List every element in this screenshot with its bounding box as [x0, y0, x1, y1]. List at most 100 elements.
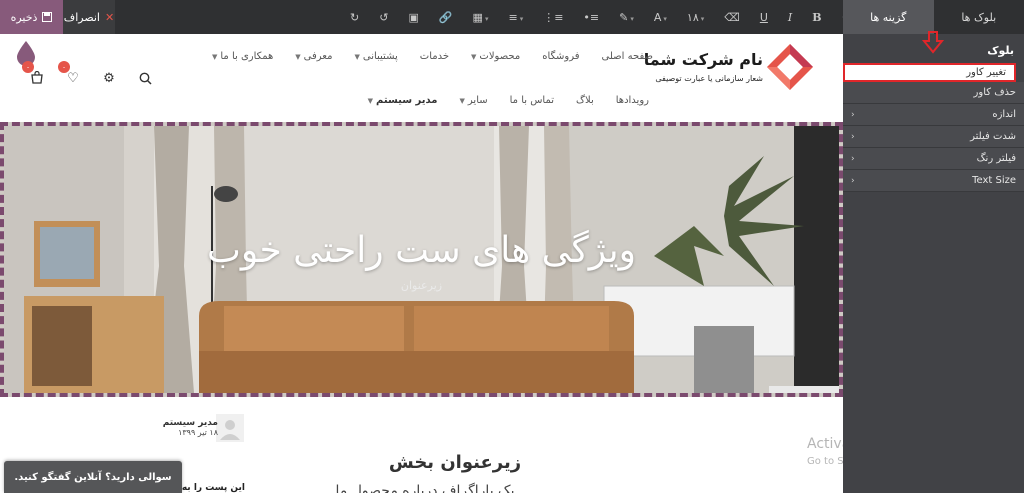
avatar-icon [216, 414, 244, 442]
logo-mark-icon [767, 44, 813, 90]
option-change-cover[interactable]: تغییر کاور [843, 63, 1016, 82]
site-header: نام شرکت شما شعار سازمانی یا عبارت توصیف… [0, 34, 843, 122]
menu-item-other[interactable]: سایر▼ [460, 95, 488, 106]
chevron-left-icon: ‹ [851, 153, 855, 164]
eraser-icon[interactable]: ⌫ [724, 11, 740, 24]
bold-icon[interactable]: B [812, 11, 821, 24]
live-chat-button[interactable]: سوالی دارید؟ آنلاین گفتگو کنید. [4, 461, 182, 493]
cart-count-badge: ۰ [22, 61, 34, 73]
editor-side-panel: بلوک ها گزینه ها بلوک تغییر کاور حذف کاو… [843, 0, 1024, 493]
caret-down-icon: ▼ [471, 53, 477, 61]
cart-button[interactable]: ۰ [22, 61, 46, 87]
option-label: Text Size [972, 175, 1016, 186]
formatting-tools: ↻ ↺ ▣ 🔗 ▦▾ ≡▾ ⋮≡ •≡ ✎▾ A▾ ۱۸▾ ⌫ U I B ✦▾ [340, 0, 866, 34]
menu-item-services[interactable]: خدمات [420, 51, 449, 62]
font-size-dropdown[interactable]: ۱۸ ▾ [687, 11, 704, 24]
save-label: ذخیره [10, 10, 38, 24]
chevron-left-icon: ‹ [851, 175, 855, 186]
floppy-icon [42, 12, 53, 22]
discard-button[interactable]: انصراف ✕ [63, 0, 115, 34]
font-color-icon[interactable]: A ▾ [654, 11, 667, 24]
header-icons: ۰ ♡ ۰ ⚙ [22, 61, 154, 87]
menu-label: تماس با ما [509, 95, 555, 106]
author-name: مدیر سیستم [162, 418, 218, 428]
ordered-list-icon[interactable]: ⋮≡ [543, 11, 563, 24]
caret-down-icon: ▼ [295, 53, 301, 61]
section-text[interactable]: یک پاراگراف درباره محصول ما [310, 481, 540, 493]
option-label: حذف کاور [973, 87, 1016, 98]
tab-label: بلوک ها [961, 10, 997, 24]
heart-icon: ♡ [67, 70, 79, 86]
search-button[interactable] [136, 69, 154, 87]
menu-item-careers[interactable]: همکاری با ما▼ [212, 51, 273, 62]
chevron-left-icon: ‹ [851, 109, 855, 120]
menu-label: صفحه اصلی [601, 51, 653, 62]
font-size-value: ۱۸ [686, 10, 699, 24]
menu-item-products[interactable]: محصولات▼ [471, 51, 520, 62]
italic-icon[interactable]: I [788, 11, 792, 24]
tab-label: گزینه ها [870, 10, 907, 24]
tab-blocks[interactable]: بلوک ها [933, 0, 1024, 34]
menu-label: رویدادها [615, 95, 649, 106]
caret-down-icon: ▼ [459, 97, 465, 105]
section-title[interactable]: زیرعنوان بخش [380, 452, 530, 473]
menu-label: مدیر سیستم [376, 95, 438, 106]
search-icon [139, 72, 152, 85]
menu-item-blog[interactable]: بلاگ [576, 95, 594, 106]
option-label: تغییر کاور [966, 67, 1006, 78]
hero-title[interactable]: ویژگی های ست راحتی خوب [4, 230, 839, 271]
cart-icon [31, 71, 43, 84]
menu-item-contact[interactable]: تماس با ما [510, 95, 554, 106]
menu-item-admin[interactable]: مدیر سیستم▼ [368, 95, 438, 106]
save-button[interactable]: ذخیره [0, 0, 63, 34]
option-filter-intensity[interactable]: شدت فیلتر ‹ [843, 126, 1024, 148]
redo-icon[interactable]: ↻ [350, 11, 359, 24]
settings-button[interactable]: ⚙ [100, 69, 118, 87]
option-color-filter[interactable]: فیلتر رنگ ‹ [843, 148, 1024, 170]
post-date: ۱۸ تیر ۱۳۹۹ [178, 428, 218, 437]
wishlist-button[interactable]: ♡ ۰ [58, 61, 82, 87]
menu-label: همکاری با ما [220, 51, 274, 62]
option-remove-cover[interactable]: حذف کاور [843, 82, 1024, 104]
chat-label: سوالی دارید؟ آنلاین گفتگو کنید. [14, 471, 172, 483]
option-label: فیلتر رنگ [976, 153, 1016, 164]
gear-icon: ⚙ [103, 70, 115, 86]
red-arrow-annotation-icon [922, 31, 944, 54]
menu-label: فروشگاه [542, 51, 580, 62]
menu-item-support[interactable]: پشتیبانی▼ [354, 51, 397, 62]
logo-tagline: شعار سازمانی یا عبارت توصیفی [655, 74, 763, 83]
post-author: مدیر سیستم ۱۸ تیر ۱۳۹۹ [160, 414, 250, 444]
menu-item-events[interactable]: رویدادها [616, 95, 649, 106]
image-icon[interactable]: ▣ [408, 11, 418, 24]
discard-label: انصراف [63, 10, 100, 24]
wishlist-count-badge: ۰ [58, 61, 70, 73]
company-logo[interactable]: نام شرکت شما شعار سازمانی یا عبارت توصیف… [644, 36, 815, 100]
menu-label: پشتیبانی [362, 51, 398, 62]
option-size[interactable]: اندازه ‹ [843, 104, 1024, 126]
hero-cover[interactable]: ویژگی های ست راحتی خوب زیرعنوان [0, 122, 843, 397]
underline-icon[interactable]: U [760, 11, 768, 24]
menu-label: معرفی [303, 51, 333, 62]
unordered-list-icon[interactable]: •≡ [583, 11, 599, 24]
table-icon[interactable]: ▦ ▾ [473, 11, 489, 24]
menu-item-shop[interactable]: فروشگاه [542, 51, 579, 62]
editor-toolbar: ذخیره انصراف ✕ ↻ ↺ ▣ 🔗 ▦ ▾ ≡ ▾ ⋮≡ •≡ ✎ ▾ A ▾… [0, 0, 856, 34]
caret-down-icon: ▼ [354, 53, 360, 61]
paragraph-icon[interactable]: ≡ ▾ [508, 11, 523, 24]
tab-options[interactable]: گزینه ها [843, 0, 934, 34]
option-text-size[interactable]: Text Size ‹ [843, 170, 1024, 192]
main-menu: صفحه اصلی فروشگاه محصولات▼ خدمات پشتیبان… [212, 51, 653, 62]
menu-item-about[interactable]: معرفی▼ [295, 51, 332, 62]
brush-icon[interactable]: ✎ ▾ [619, 11, 634, 24]
logo-name: نام شرکت شما [643, 50, 763, 69]
caret-down-icon: ▼ [211, 53, 218, 61]
caret-down-icon: ▼ [367, 97, 374, 105]
menu-label: خدمات [419, 51, 450, 62]
secondary-menu: رویدادها بلاگ تماس با ما سایر▼ مدیر سیست… [368, 95, 649, 106]
link-icon[interactable]: 🔗 [439, 11, 453, 24]
hero-subtitle[interactable]: زیرعنوان [4, 279, 839, 292]
undo-icon[interactable]: ↺ [379, 11, 388, 24]
menu-label: سایر [467, 95, 488, 106]
panel-tabs: بلوک ها گزینه ها [843, 0, 1024, 34]
menu-item-home[interactable]: صفحه اصلی [602, 51, 653, 62]
